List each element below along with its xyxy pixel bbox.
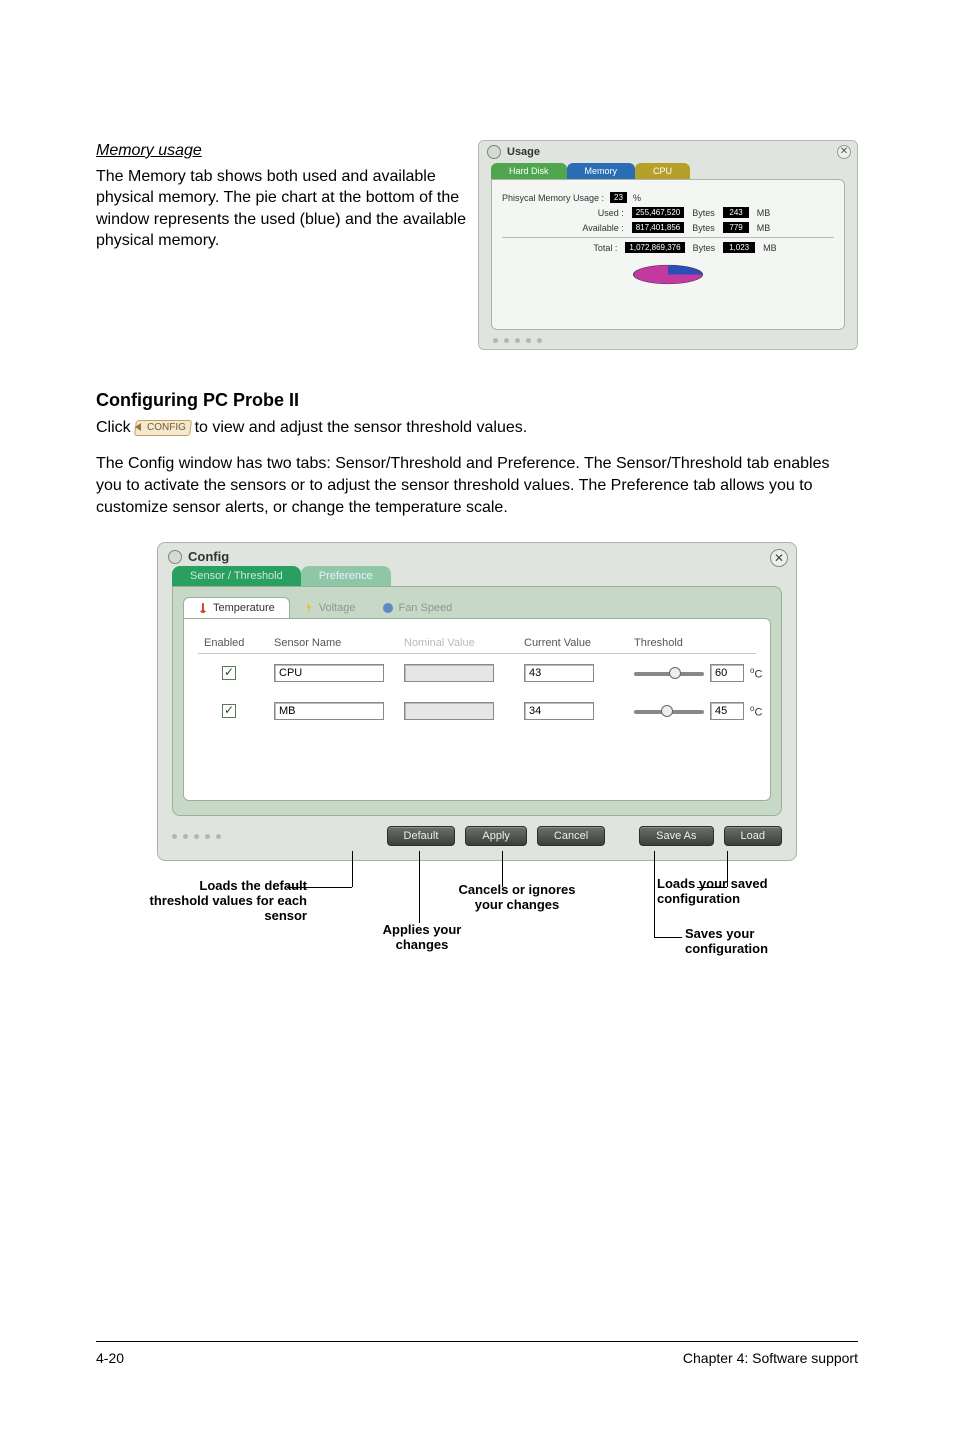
config-title: Config [188, 549, 229, 564]
mem-usage-pct: 23 [610, 192, 627, 203]
page-number: 4-20 [96, 1350, 124, 1366]
avail-bytes: 817,401,856 [632, 222, 685, 233]
cancel-button[interactable]: Cancel [537, 826, 605, 846]
tab-voltage-label: Voltage [319, 602, 356, 614]
t1: Bytes [693, 243, 716, 253]
usage-window: Usage ✕ Hard Disk Memory CPU Phisycal Me… [478, 140, 858, 350]
table-row: oC [198, 654, 756, 692]
unit-label: oC [750, 666, 762, 681]
pager-dot [205, 834, 210, 839]
annotations: Loads the default threshold values for e… [157, 869, 797, 1009]
memory-heading: Memory usage [96, 140, 470, 162]
tab-fanspeed[interactable]: Fan Speed [369, 597, 466, 618]
saveas-button[interactable]: Save As [639, 826, 713, 846]
config-window: Config ✕ Sensor / Threshold Preference T… [157, 542, 797, 861]
sensor-name-field[interactable] [274, 702, 384, 720]
close-icon[interactable]: ✕ [770, 549, 788, 567]
usage-icon [487, 145, 501, 159]
thermometer-icon [198, 603, 208, 613]
current-field [524, 664, 594, 682]
total-mb: 1,023 [723, 242, 755, 253]
tab-sensor-threshold[interactable]: Sensor / Threshold [172, 566, 301, 586]
pager-dot [504, 338, 509, 343]
pager-dot [493, 338, 498, 343]
anno-load: Loads your saved configuration [657, 877, 817, 907]
u2: MB [757, 208, 771, 218]
unit-label: oC [750, 704, 762, 719]
anno-cancel: Cancels or ignores your changes [457, 883, 577, 913]
pager-dot [172, 834, 177, 839]
click-pre: Click [96, 417, 131, 439]
apply-button[interactable]: Apply [465, 826, 527, 846]
pager-dot [216, 834, 221, 839]
u1: Bytes [692, 208, 715, 218]
close-icon[interactable]: ✕ [837, 145, 851, 159]
fan-icon [383, 603, 393, 613]
tab-temperature[interactable]: Temperature [183, 597, 290, 618]
pager-dot [194, 834, 199, 839]
pager-dot [537, 338, 542, 343]
avail-mb: 779 [723, 222, 749, 233]
pager-dot [183, 834, 188, 839]
anno-apply: Applies your changes [367, 923, 477, 953]
col-current: Current Value [524, 637, 634, 649]
t2: MB [763, 243, 777, 253]
tab-fanspeed-label: Fan Speed [398, 602, 452, 614]
enable-checkbox[interactable] [222, 704, 236, 718]
used-mb: 243 [723, 207, 749, 218]
avail-label: Available : [566, 223, 624, 233]
nominal-field [404, 664, 494, 682]
tab-cpu[interactable]: CPU [635, 163, 690, 179]
col-threshold: Threshold [634, 637, 750, 649]
tab-memory[interactable]: Memory [567, 163, 636, 179]
col-sensor: Sensor Name [274, 637, 404, 649]
threshold-field[interactable] [710, 702, 744, 720]
used-label: Used : [566, 208, 624, 218]
col-enabled: Enabled [204, 637, 274, 649]
bolt-icon [304, 603, 314, 613]
default-button[interactable]: Default [387, 826, 456, 846]
tab-preference[interactable]: Preference [301, 566, 391, 586]
a1: Bytes [692, 223, 715, 233]
pie-chart [633, 265, 703, 284]
pager-dot [515, 338, 520, 343]
config-icon [168, 550, 182, 564]
chapter-label: Chapter 4: Software support [683, 1350, 858, 1366]
memory-body: The Memory tab shows both used and avail… [96, 166, 470, 252]
anno-default: Loads the default threshold values for e… [147, 879, 307, 924]
sensor-name-field[interactable] [274, 664, 384, 682]
click-post: to view and adjust the sensor threshold … [195, 417, 528, 439]
tab-temperature-label: Temperature [213, 602, 275, 614]
threshold-slider[interactable] [634, 668, 704, 678]
configuring-paragraph: The Config window has two tabs: Sensor/T… [96, 453, 858, 518]
threshold-field[interactable] [710, 664, 744, 682]
configuring-heading: Configuring PC Probe II [96, 390, 858, 411]
pct-suffix: % [633, 193, 641, 203]
table-row: oC [198, 692, 756, 730]
tab-voltage[interactable]: Voltage [290, 597, 370, 618]
nominal-field [404, 702, 494, 720]
mem-usage-label: Phisycal Memory Usage : [502, 193, 604, 203]
usage-title: Usage [507, 146, 540, 158]
threshold-slider[interactable] [634, 706, 704, 716]
anno-saveas: Saves your configuration [685, 927, 825, 957]
enable-checkbox[interactable] [222, 666, 236, 680]
used-bytes: 255,467,520 [632, 207, 685, 218]
a2: MB [757, 223, 771, 233]
config-button-icon: CONFIG [134, 420, 192, 436]
load-button[interactable]: Load [724, 826, 782, 846]
total-bytes: 1,072,869,376 [625, 242, 684, 253]
current-field [524, 702, 594, 720]
pager-dot [526, 338, 531, 343]
total-label: Total : [559, 243, 617, 253]
col-nominal: Nominal Value [404, 637, 524, 649]
tab-harddisk[interactable]: Hard Disk [491, 163, 567, 179]
